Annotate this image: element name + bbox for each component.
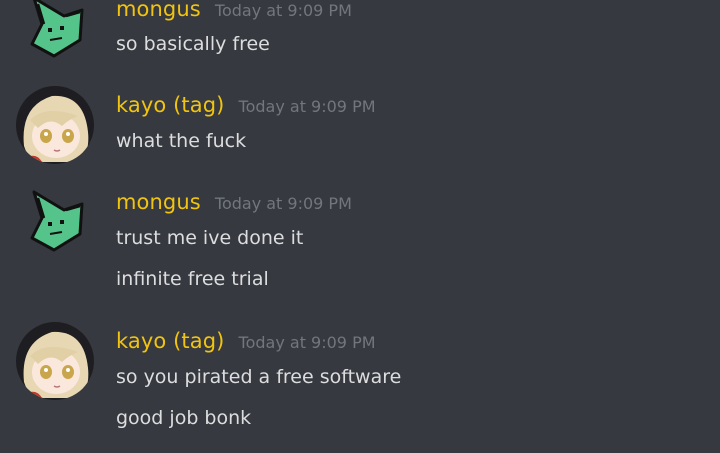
username[interactable]: mongus: [116, 190, 201, 214]
anime-girl-avatar-icon: [16, 86, 94, 164]
message-text: so you pirated a free software: [116, 366, 402, 388]
message-header: mongus Today at 9:09 PM: [116, 0, 352, 21]
anime-girl-avatar-icon: [16, 322, 94, 400]
message-text: so basically free: [116, 33, 270, 55]
message-timestamp: Today at 9:09 PM: [238, 97, 376, 116]
message-text: infinite free trial: [116, 268, 269, 290]
username[interactable]: kayo (tag): [116, 329, 224, 353]
message-timestamp: Today at 9:09 PM: [214, 1, 352, 20]
message-header: kayo (tag) Today at 9:09 PM: [116, 93, 376, 117]
username[interactable]: kayo (tag): [116, 93, 224, 117]
green-alien-icon: [30, 190, 84, 252]
user-avatar[interactable]: [24, 0, 86, 58]
message-header: mongus Today at 9:09 PM: [116, 190, 352, 214]
message-header: kayo (tag) Today at 9:09 PM: [116, 329, 376, 353]
message-timestamp: Today at 9:09 PM: [214, 194, 352, 213]
message-text: what the fuck: [116, 130, 247, 152]
user-avatar[interactable]: [16, 322, 94, 400]
user-avatar[interactable]: [16, 86, 94, 164]
message-text: trust me ive done it: [116, 227, 304, 249]
message-text: good job bonk: [116, 407, 252, 429]
username[interactable]: mongus: [116, 0, 201, 21]
message-timestamp: Today at 9:09 PM: [238, 333, 376, 352]
green-alien-icon: [30, 0, 84, 58]
user-avatar[interactable]: [24, 190, 86, 252]
